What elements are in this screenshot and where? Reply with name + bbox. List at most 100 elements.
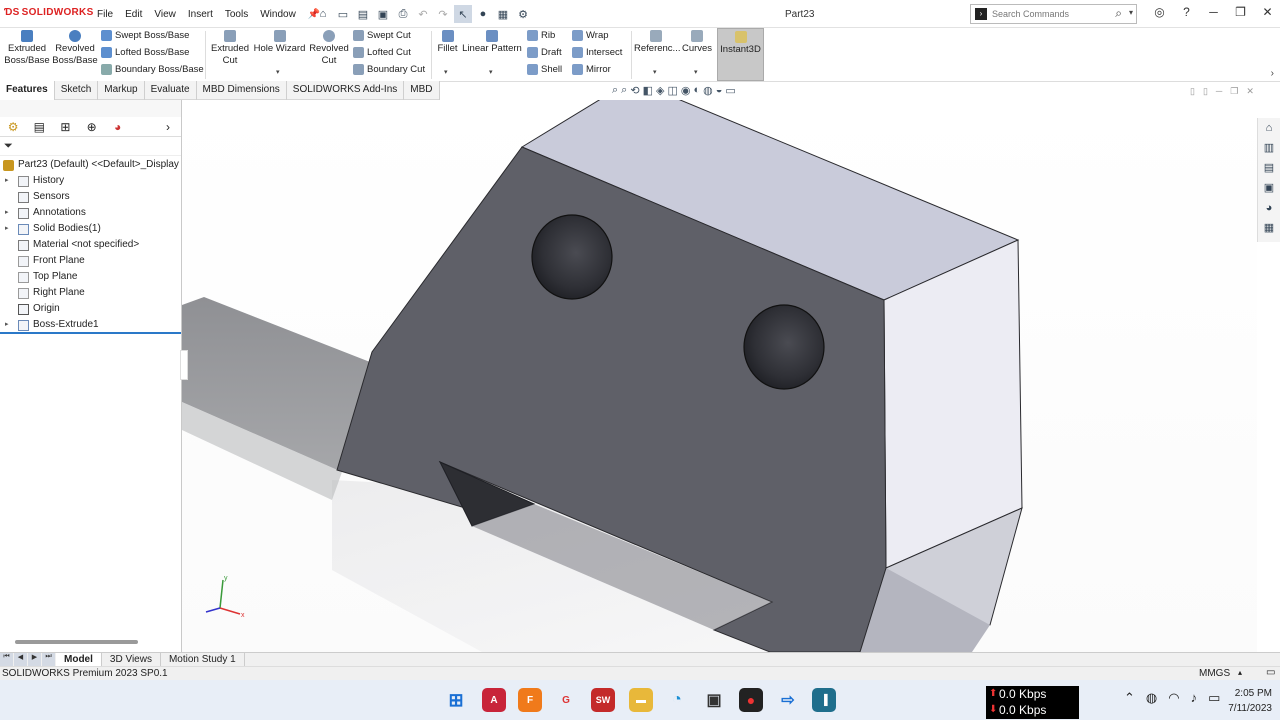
- ribbon-collapse-icon[interactable]: ›: [1271, 68, 1274, 79]
- fillet-button[interactable]: Fillet: [435, 28, 460, 55]
- mirror-button[interactable]: Mirror: [572, 64, 611, 75]
- next-tab-icon[interactable]: ▶: [28, 653, 41, 666]
- chevron-down-icon[interactable]: ▾: [653, 68, 657, 76]
- tab-3d-views[interactable]: 3D Views: [102, 653, 161, 666]
- chevron-down-icon[interactable]: ▾: [694, 68, 698, 76]
- hide-show-items-icon[interactable]: ◐: [693, 84, 700, 98]
- volume-icon[interactable]: ♪: [1191, 690, 1198, 706]
- appearances-icon[interactable]: ◕: [1258, 198, 1280, 218]
- wifi-icon[interactable]: ◠: [1168, 690, 1179, 706]
- custom-status-icon[interactable]: ▭: [1266, 667, 1275, 678]
- redo-icon[interactable]: ↷: [434, 5, 452, 23]
- scene-icon[interactable]: ◒: [716, 84, 723, 98]
- minimize-icon[interactable]: ─: [1200, 5, 1227, 19]
- chevron-down-icon[interactable]: ▾: [1129, 8, 1133, 17]
- chevron-down-icon[interactable]: ▾: [444, 68, 448, 76]
- menu-tools[interactable]: Tools: [225, 9, 248, 20]
- tree-item[interactable]: Sensors: [0, 190, 181, 206]
- section-view-icon[interactable]: ◧: [643, 84, 653, 98]
- rib-button[interactable]: Rib: [527, 30, 555, 41]
- search-commands-input[interactable]: › Search Commands ⌕ ▾: [970, 4, 1137, 24]
- tree-item[interactable]: ▸ Solid Bodies(1): [0, 222, 181, 238]
- autocad-icon[interactable]: A: [482, 688, 506, 712]
- windows-start-icon[interactable]: ⊞: [444, 688, 468, 712]
- feature-manager-tab-icon[interactable]: ⚙: [0, 120, 26, 134]
- tile-icon[interactable]: ▯: [1190, 86, 1195, 97]
- instant3d-button[interactable]: Instant3D: [717, 28, 764, 81]
- solidworks-logo[interactable]: ƊS SOLIDWORKS: [4, 7, 94, 18]
- tab-evaluate[interactable]: Evaluate: [145, 81, 197, 100]
- tree-item[interactable]: ▸ History: [0, 174, 181, 190]
- graphics-viewport[interactable]: y x: [182, 100, 1257, 652]
- tab-mbd[interactable]: MBD: [404, 81, 440, 100]
- solidworks-taskbar-icon[interactable]: SW: [591, 688, 615, 712]
- taskbar-clock[interactable]: 2:05 PM 7/11/2023: [1212, 686, 1272, 716]
- dynamic-annotation-icon[interactable]: ◈: [656, 84, 664, 98]
- linear-pattern-button[interactable]: Linear Pattern: [462, 28, 522, 55]
- filter-icon[interactable]: ⏷: [4, 140, 13, 153]
- solidworks-resources-icon[interactable]: ⌂: [1258, 118, 1280, 138]
- close-icon[interactable]: ✕: [1254, 5, 1280, 19]
- previous-view-icon[interactable]: ⟲: [630, 84, 639, 98]
- view-settings-icon[interactable]: ▭: [725, 84, 735, 98]
- language-globe-icon[interactable]: ◍: [1146, 690, 1157, 706]
- remote-desktop-icon[interactable]: ⇨: [776, 688, 800, 712]
- lofted-boss-button[interactable]: Lofted Boss/Base: [101, 47, 189, 58]
- horizontal-scrollbar[interactable]: [15, 640, 138, 644]
- tab-sketch[interactable]: Sketch: [55, 81, 99, 100]
- chevron-down-icon[interactable]: ▾: [276, 68, 280, 76]
- traffic-light-icon[interactable]: ●: [474, 5, 492, 23]
- revolved-cut-button[interactable]: Revolved Cut: [307, 28, 351, 67]
- revolved-boss-button[interactable]: Revolved Boss/Base: [52, 28, 98, 67]
- chevron-right-icon[interactable]: ›: [155, 120, 181, 134]
- boundary-cut-button[interactable]: Boundary Cut: [353, 64, 425, 75]
- appearance-icon[interactable]: ◍: [703, 84, 713, 98]
- swept-cut-button[interactable]: Swept Cut: [353, 30, 411, 41]
- save-icon[interactable]: ▣: [374, 5, 392, 23]
- tab-features[interactable]: Features: [0, 81, 55, 100]
- tree-item[interactable]: ▸ Boss-Extrude1: [0, 318, 181, 334]
- display-style-icon[interactable]: ◉: [681, 84, 691, 98]
- expand-arrow-icon[interactable]: ▸: [5, 208, 9, 216]
- intersect-button[interactable]: Intersect: [572, 47, 622, 58]
- search-icon[interactable]: ⌕: [1115, 6, 1122, 21]
- tile-vertical-icon[interactable]: ▯: [1203, 86, 1208, 97]
- foxit-icon[interactable]: G: [554, 688, 578, 712]
- tree-root[interactable]: Part23 (Default) <<Default>_Display: [0, 158, 181, 174]
- extruded-cut-button[interactable]: Extruded Cut: [208, 28, 252, 67]
- recorder-icon[interactable]: ●: [739, 688, 763, 712]
- new-document-icon[interactable]: ▭: [334, 5, 352, 23]
- menu-window[interactable]: Window: [260, 9, 296, 20]
- microsoft-store-icon[interactable]: ▣: [702, 688, 726, 712]
- unit-system[interactable]: MMGS: [1199, 668, 1230, 679]
- zoom-to-fit-icon[interactable]: ⌕: [612, 84, 618, 98]
- view-palette-icon[interactable]: ▣: [1258, 178, 1280, 198]
- restore-icon[interactable]: ❐: [1227, 5, 1254, 19]
- model-view[interactable]: y x: [182, 100, 1257, 652]
- tree-item[interactable]: Right Plane: [0, 286, 181, 302]
- hole-wizard-button[interactable]: Hole Wizard: [253, 28, 306, 55]
- tab-mbd-dimensions[interactable]: MBD Dimensions: [197, 81, 287, 100]
- swept-boss-button[interactable]: Swept Boss/Base: [101, 30, 189, 41]
- dimxpert-manager-tab-icon[interactable]: ⊕: [79, 120, 105, 134]
- menu-edit[interactable]: Edit: [125, 9, 142, 20]
- print-icon[interactable]: ⎙: [394, 5, 412, 23]
- user-icon[interactable]: ◎: [1146, 5, 1173, 19]
- boundary-boss-button[interactable]: Boundary Boss/Base: [101, 64, 204, 75]
- chevron-up-icon[interactable]: ▴: [1238, 668, 1242, 677]
- edge-browser-icon[interactable]: ◔: [665, 688, 689, 712]
- property-manager-tab-icon[interactable]: ▤: [26, 120, 52, 134]
- tree-item[interactable]: Material <not specified>: [0, 238, 181, 254]
- wrap-button[interactable]: Wrap: [572, 30, 609, 41]
- prev-tab-icon[interactable]: ◀: [14, 653, 27, 666]
- undo-icon[interactable]: ↶: [414, 5, 432, 23]
- menu-insert[interactable]: Insert: [188, 9, 213, 20]
- fusion360-icon[interactable]: F: [518, 688, 542, 712]
- design-library-icon[interactable]: ▥: [1258, 138, 1280, 158]
- menu-file[interactable]: File: [97, 9, 113, 20]
- close-icon[interactable]: ✕: [1246, 86, 1254, 97]
- minimize-icon[interactable]: ─: [1216, 86, 1222, 97]
- tree-item[interactable]: Top Plane: [0, 270, 181, 286]
- reference-geometry-button[interactable]: Referenc...: [634, 28, 680, 55]
- curves-button[interactable]: Curves: [680, 28, 714, 55]
